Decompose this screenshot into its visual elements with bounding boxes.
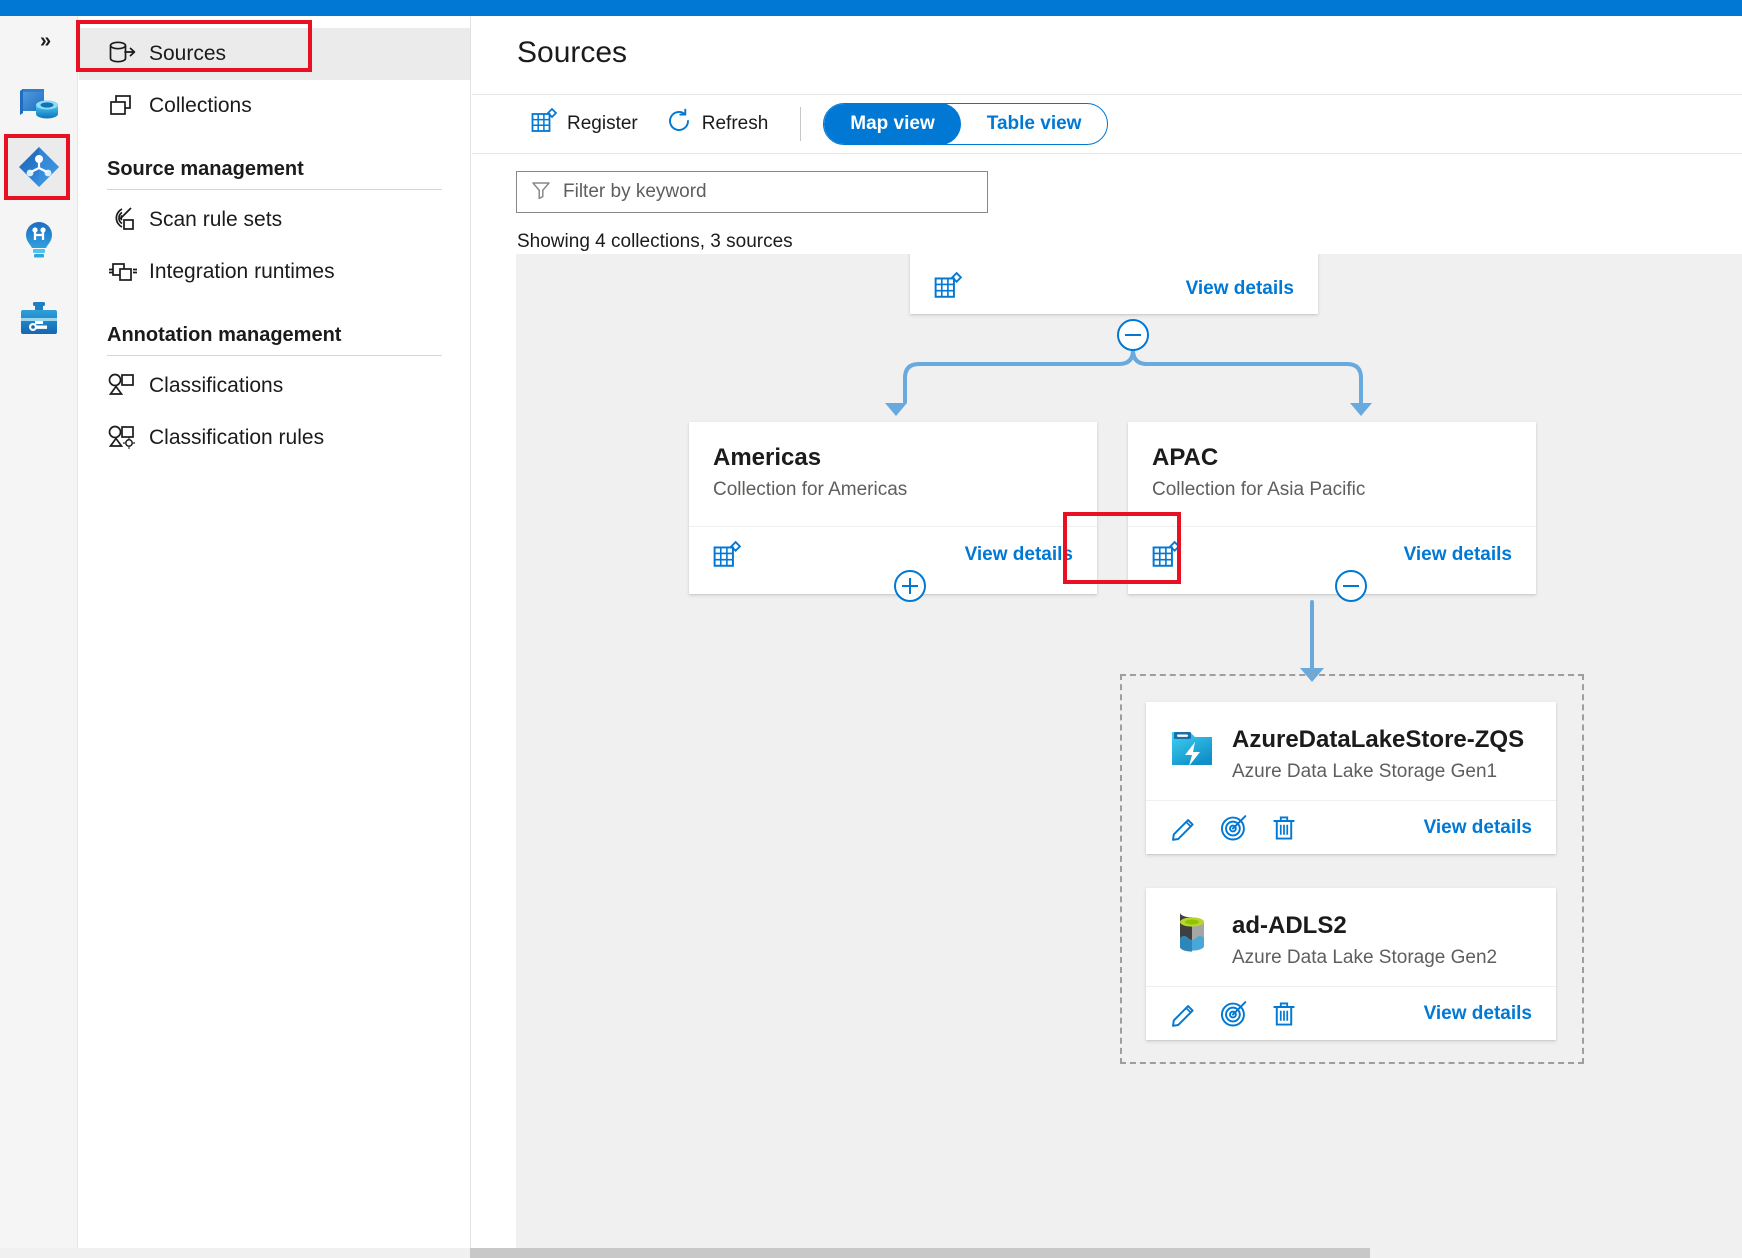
view-toggle-group: Map view Table view [823, 103, 1108, 145]
apac-collapse-toggle[interactable] [1335, 570, 1367, 602]
minus-icon [1343, 585, 1359, 588]
data-catalog-icon [17, 83, 61, 127]
sidebar-item-label: Sources [149, 42, 226, 66]
register-source-icon[interactable] [934, 272, 962, 300]
filter-funnel-icon [531, 180, 551, 205]
scan-icon[interactable] [1220, 814, 1248, 842]
register-source-icon[interactable] [713, 541, 741, 569]
refresh-button[interactable]: Refresh [652, 103, 783, 145]
edit-icon[interactable] [1170, 1000, 1198, 1028]
scan-icon[interactable] [1220, 1000, 1248, 1028]
filter-placeholder: Filter by keyword [563, 181, 707, 203]
delete-icon[interactable] [1270, 814, 1298, 842]
root-collapse-toggle[interactable] [1117, 319, 1149, 351]
sidebar-item-label: Classifications [149, 374, 283, 398]
americas-view-details-link[interactable]: View details [965, 544, 1073, 566]
sidebar-item-sources[interactable]: Sources [79, 28, 470, 80]
collection-name: Americas [713, 444, 1073, 473]
register-button[interactable]: Register [517, 103, 652, 145]
collection-description: Collection for Asia Pacific [1152, 479, 1512, 502]
command-bar-divider [800, 107, 801, 141]
sidebar-item-label: Classification rules [149, 426, 324, 450]
adls-gen1-icon [1168, 724, 1216, 777]
expand-nav-chevron-icon[interactable]: » [40, 30, 50, 53]
nav-group-title-source-management: Source management [79, 132, 470, 189]
collection-name: APAC [1152, 444, 1512, 473]
filter-input-wrapper[interactable]: Filter by keyword [516, 171, 988, 213]
horizontal-scrollbar-thumb[interactable] [470, 1248, 1370, 1258]
source-view-details-link[interactable]: View details [1424, 817, 1532, 839]
root-view-details-link[interactable]: View details [1186, 278, 1294, 300]
sources-icon [107, 40, 141, 68]
sidebar-item-integration-runtimes[interactable]: Integration runtimes [79, 246, 470, 298]
collections-icon [107, 92, 141, 120]
scan-rule-sets-icon [107, 206, 141, 234]
sidebar-item-label: Integration runtimes [149, 260, 335, 284]
classification-rules-icon [107, 424, 141, 452]
sidebar-item-label: Scan rule sets [149, 208, 282, 232]
refresh-icon [666, 108, 692, 140]
root-collection-card[interactable]: View details [910, 254, 1318, 314]
rail-item-data-catalog[interactable] [8, 74, 70, 136]
rail-item-data-map[interactable] [8, 136, 70, 198]
nav-divider [107, 189, 442, 190]
data-map-icon [16, 144, 62, 190]
refresh-button-label: Refresh [702, 113, 769, 135]
americas-expand-toggle[interactable] [894, 570, 926, 602]
sidebar-item-label: Collections [149, 94, 252, 118]
collection-description: Collection for Americas [713, 479, 1073, 502]
main-content: Sources Register [472, 16, 1742, 1258]
classifications-icon [107, 372, 141, 400]
adls-gen2-icon [1168, 910, 1216, 963]
sidebar-item-collections[interactable]: Collections [79, 80, 470, 132]
rail-item-management[interactable] [8, 288, 70, 350]
source-view-details-link[interactable]: View details [1424, 1003, 1532, 1025]
collection-card-americas[interactable]: Americas Collection for Americas View de… [689, 422, 1097, 594]
page-title: Sources [472, 16, 1742, 70]
command-bar: Register Refresh Map view Table view [472, 94, 1742, 154]
azure-portal-top-bar [0, 0, 1742, 16]
insights-bulb-icon [19, 219, 59, 263]
source-card-azuredatalakestore-zqs[interactable]: AzureDataLakeStore-ZQS Azure Data Lake S… [1146, 702, 1556, 854]
source-name: ad-ADLS2 [1232, 912, 1497, 941]
register-source-icon [531, 108, 557, 140]
minus-icon [1125, 334, 1141, 337]
tab-table-view[interactable]: Table view [961, 103, 1108, 145]
nav-divider [107, 355, 442, 356]
sidebar-item-classifications[interactable]: Classifications [79, 360, 470, 412]
source-card-ad-adls2[interactable]: ad-ADLS2 Azure Data Lake Storage Gen2 [1146, 888, 1556, 1040]
sidebar-item-scan-rule-sets[interactable]: Scan rule sets [79, 194, 470, 246]
collection-card-apac[interactable]: APAC Collection for Asia Pacific View de… [1128, 422, 1536, 594]
source-type: Azure Data Lake Storage Gen2 [1232, 947, 1497, 970]
app-window: » [0, 0, 1742, 1258]
rail-item-insights[interactable] [8, 210, 70, 272]
horizontal-scrollbar-track[interactable] [0, 1248, 1742, 1258]
register-source-icon[interactable] [1152, 541, 1180, 569]
nav-group-title-annotation-management: Annotation management [79, 298, 470, 355]
apac-view-details-link[interactable]: View details [1404, 544, 1512, 566]
collection-map-canvas: View details Americas Collection for Ame… [516, 254, 1742, 1258]
delete-icon[interactable] [1270, 1000, 1298, 1028]
plus-icon-vertical [909, 578, 912, 594]
edit-icon[interactable] [1170, 814, 1198, 842]
integration-runtimes-icon [107, 258, 141, 286]
source-name: AzureDataLakeStore-ZQS [1232, 726, 1524, 755]
management-toolbox-icon [17, 299, 61, 339]
register-button-label: Register [567, 113, 638, 135]
sidebar-item-classification-rules[interactable]: Classification rules [79, 412, 470, 464]
results-summary: Showing 4 collections, 3 sources [517, 231, 793, 253]
tab-map-view[interactable]: Map view [824, 103, 960, 145]
source-type: Azure Data Lake Storage Gen1 [1232, 761, 1524, 784]
left-nav-panel: Sources Collections Source management [79, 16, 471, 1258]
service-icon-rail: » [0, 16, 78, 1258]
